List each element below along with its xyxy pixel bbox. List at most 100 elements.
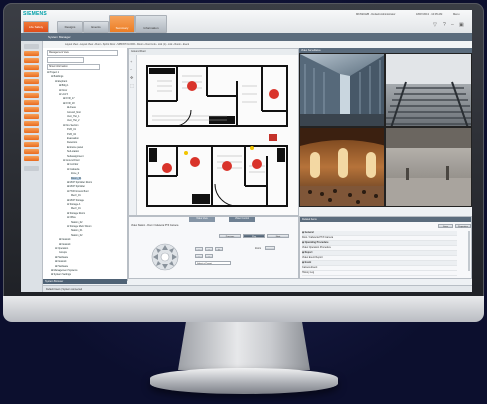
tree-node[interactable]: Station_01: [71, 229, 82, 232]
search-input[interactable]: [47, 57, 84, 63]
properties-button[interactable]: Properties: [455, 224, 471, 228]
tree-node[interactable]: Vent_Hut_2: [67, 119, 80, 122]
tree-node[interactable]: ⊞ Network: [55, 260, 66, 263]
tree-node[interactable]: Subassignment: [67, 155, 83, 158]
video-tile-3[interactable]: [299, 127, 385, 207]
iris-plus-button[interactable]: +: [205, 254, 213, 258]
property-row[interactable]: History Log: [302, 271, 457, 276]
rail-alarm-icon-14[interactable]: [24, 142, 39, 147]
rail-alarm-icon-5[interactable]: [24, 79, 39, 84]
tab-video-view[interactable]: Video View: [189, 217, 215, 222]
tree-node[interactable]: Evacuation: [67, 137, 79, 140]
tree-node[interactable]: ⊞ Hardware: [55, 256, 68, 259]
tree-node[interactable]: ⊞ System Settings: [51, 273, 71, 276]
tree-node[interactable]: Sub-station: [67, 150, 79, 153]
tree-node[interactable]: ⊞ KVR_18: [63, 102, 75, 105]
rail-alarm-icon-16[interactable]: [24, 156, 39, 161]
tree-node[interactable]: ⊟ Office: [67, 216, 76, 219]
breadcrumb-text[interactable]: Layout View › Layout View › Floor › Spri…: [43, 43, 189, 46]
tree-node[interactable]: ⊟ Fire Section: [63, 124, 78, 127]
expand-icon[interactable]: ▣: [459, 22, 464, 28]
tree-node[interactable]: ⊟ Cafeteria: [67, 168, 79, 171]
tree-node[interactable]: ⊞ MCP Sprinkler Room: [67, 181, 92, 184]
tree-node[interactable]: KVR_02: [67, 133, 76, 136]
rail-alarm-icon-4[interactable]: [24, 72, 39, 77]
rail-alarm-icon-12[interactable]: [24, 128, 39, 133]
scrollbar[interactable]: [468, 231, 470, 271]
next-button[interactable]: Next: [267, 234, 289, 238]
tab-video-control[interactable]: Video Control: [229, 217, 255, 222]
tab-summary[interactable]: Summary: [109, 15, 135, 33]
tree-node[interactable]: Room_01: [71, 176, 82, 180]
rail-alarm-icon-1[interactable]: [24, 51, 39, 56]
zoom-out-icon[interactable]: −: [130, 67, 132, 72]
rail-alarm-icon-11[interactable]: [24, 121, 39, 126]
view-selector[interactable]: Management View: [47, 50, 118, 56]
preset-select[interactable]: Select a Preset: [195, 261, 231, 265]
rail-alarm-icon-2[interactable]: [24, 58, 39, 63]
tree-node[interactable]: ⊟ Project 1: [47, 71, 59, 74]
rail-alarm-icon-15[interactable]: [24, 149, 39, 154]
save-button[interactable]: Save: [438, 224, 453, 228]
tree-node[interactable]: Zone_0: [71, 172, 79, 175]
iris-minus-button[interactable]: −: [195, 254, 203, 258]
tab-designs[interactable]: Designs: [57, 21, 83, 33]
tab-events[interactable]: Events: [83, 21, 109, 33]
rail-alarm-icon-6[interactable]: [24, 86, 39, 91]
rail-alarm-icon-7[interactable]: [24, 93, 39, 98]
tree-node[interactable]: Vent_Hut_1: [67, 115, 80, 118]
tree-node[interactable]: Mezz_01: [71, 207, 81, 210]
tree-node[interactable]: Mezz_01: [71, 194, 81, 197]
tree-node[interactable]: ⊟ Elephant: [55, 80, 67, 83]
tree-node[interactable]: ⊞ Management Systems: [51, 269, 77, 272]
tab-life-safety[interactable]: Life Safety: [23, 21, 49, 33]
help-icon[interactable]: ?: [443, 22, 446, 28]
zoom-field[interactable]: [265, 246, 275, 250]
tree-node[interactable]: ⊟ Storage Mezz Room: [67, 225, 91, 228]
tree-node[interactable]: KVR_01: [67, 128, 76, 131]
tree-node[interactable]: ⊞ Areas: [67, 106, 76, 109]
zoom-plus-button[interactable]: +: [205, 247, 213, 251]
filter-icon[interactable]: ▽: [433, 22, 437, 28]
zoom-in-icon[interactable]: +: [130, 59, 132, 64]
tree-node[interactable]: ⊞ Storage Room: [67, 212, 85, 215]
tree-node[interactable]: Station_02: [71, 234, 82, 237]
previous-button[interactable]: Previous: [219, 234, 241, 238]
zoom-minus-button[interactable]: −: [195, 247, 203, 251]
rail-alarm-icon-8[interactable]: [24, 100, 39, 105]
video-tile-4[interactable]: [385, 127, 472, 207]
rail-home-icon[interactable]: [24, 44, 39, 49]
tree-node[interactable]: Detectors: [67, 141, 77, 144]
floorplan-drawing[interactable]: [137, 56, 299, 216]
tree-node[interactable]: ⊟ Storage A: [67, 203, 80, 206]
tree-node[interactable]: ⊟ HVR Ground floor: [67, 190, 89, 193]
video-tile-2[interactable]: [385, 53, 472, 127]
play-button[interactable]: Play: [243, 234, 265, 238]
show-info-selector[interactable]: Show Information: [47, 64, 100, 70]
tree-node[interactable]: ⊟ Ground Floor: [63, 159, 80, 162]
tree-node[interactable]: ⊞ Corridor: [67, 163, 78, 166]
tree-node[interactable]: ⊞ Bldg 1: [59, 84, 68, 87]
tree-node[interactable]: ⊞ MCP Storage: [67, 199, 84, 202]
tree-node[interactable]: Entrance panel: [67, 146, 83, 149]
focus-button[interactable]: ◎: [215, 247, 223, 251]
tree-node[interactable]: ⊞ Network: [59, 243, 70, 246]
tree-node[interactable]: ⊟ Buildings: [51, 75, 63, 78]
pan-icon[interactable]: ✥: [130, 75, 133, 80]
tree-node[interactable]: ⊞ MCP Sprinkler: [67, 185, 85, 188]
minimize-icon[interactable]: –: [451, 22, 454, 28]
ptz-joystick[interactable]: [151, 243, 179, 271]
select-icon[interactable]: ⬚: [130, 83, 134, 88]
rail-alarm-icon-3[interactable]: [24, 65, 39, 70]
tree-node[interactable]: ⊞ Network: [59, 238, 70, 241]
rail-alarm-icon-10[interactable]: [24, 114, 39, 119]
rail-settings-icon[interactable]: [24, 166, 39, 171]
tree-node[interactable]: ⊞ KVR_17: [63, 97, 75, 100]
tab-information[interactable]: Information: [135, 15, 167, 33]
tree-node[interactable]: ⊟ Floor: [59, 89, 67, 92]
tree-footer[interactable]: System Browser: [43, 279, 127, 284]
video-tile-1[interactable]: [299, 53, 385, 127]
tree-node[interactable]: Groups: [59, 251, 67, 254]
rail-alarm-icon-13[interactable]: [24, 135, 39, 140]
tree-node[interactable]: Station_02: [71, 221, 82, 224]
